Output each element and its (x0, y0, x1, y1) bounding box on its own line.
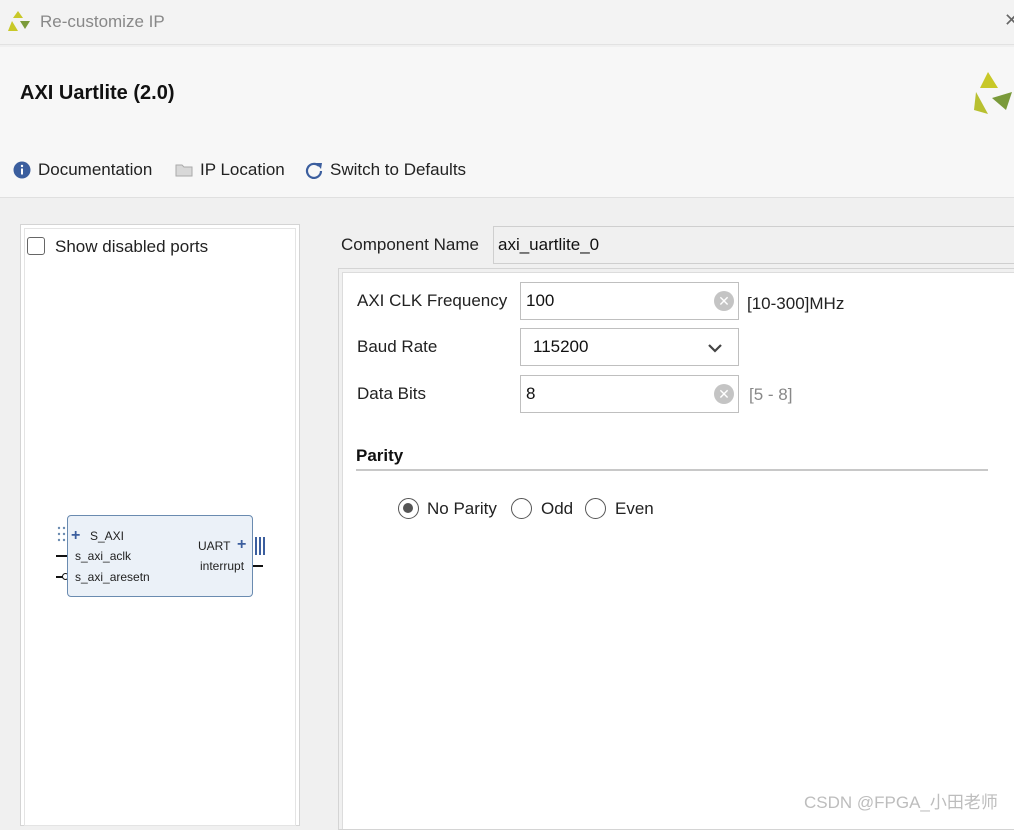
no-parity-label: No Parity (427, 499, 497, 518)
baud-rate-label: Baud Rate (357, 337, 438, 356)
component-name-input[interactable]: axi_uartlite_0 (493, 226, 1014, 264)
s-axi-bus-handle[interactable] (57, 526, 67, 551)
data-bits-label: Data Bits (357, 384, 426, 403)
port-interrupt: interrupt (200, 559, 245, 573)
port-uart: UART (198, 539, 231, 553)
refresh-icon (304, 160, 324, 180)
watermark: CSDN @FPGA_小田老师 (804, 793, 998, 812)
odd-radio[interactable] (511, 498, 532, 519)
expand-plus-icon[interactable]: + (71, 527, 80, 545)
port-s-axi: S_AXI (90, 529, 125, 543)
no-parity-radio[interactable] (398, 498, 419, 519)
app-logo-icon (8, 11, 30, 31)
show-disabled-ports-checkbox[interactable] (27, 237, 45, 255)
title-bar: Re-customize IP ✕ (0, 0, 1014, 45)
uart-bus-handle[interactable] (253, 537, 265, 560)
port-s-axi-aresetn: s_axi_aresetn (75, 570, 150, 584)
axi-clk-frequency-range: [10-300]MHz (747, 294, 845, 313)
chevron-down-icon[interactable] (706, 339, 724, 362)
odd-label: Odd (541, 499, 574, 518)
ip-location-label: IP Location (200, 160, 285, 179)
switch-to-defaults-label: Switch to Defaults (330, 160, 467, 179)
window-title: Re-customize IP (40, 12, 165, 31)
show-disabled-ports-label: Show disabled ports (55, 237, 209, 256)
info-icon (12, 160, 32, 180)
parity-section-title: Parity (356, 446, 404, 465)
even-radio[interactable] (585, 498, 606, 519)
xilinx-logo-icon (974, 72, 1012, 114)
axi-clk-frequency-label: AXI CLK Frequency (357, 291, 508, 310)
close-icon[interactable]: ✕ (1004, 10, 1014, 31)
interrupt-pin[interactable] (253, 565, 263, 567)
clear-icon[interactable]: ✕ (714, 291, 734, 311)
ip-title: AXI Uartlite (2.0) (20, 82, 175, 104)
axi-clk-frequency-input[interactable]: 100 (520, 282, 739, 320)
parity-divider (356, 469, 988, 471)
clear-icon[interactable]: ✕ (714, 384, 734, 404)
data-bits-range: [5 - 8] (749, 385, 793, 404)
documentation-label: Documentation (38, 160, 153, 179)
port-s-axi-aclk: s_axi_aclk (75, 549, 132, 563)
expand-plus-icon[interactable]: + (237, 536, 246, 554)
even-label: Even (615, 499, 654, 518)
component-name-label: Component Name (341, 235, 479, 254)
switch-to-defaults-button[interactable]: Switch to Defaults (304, 158, 466, 182)
data-bits-input[interactable]: 8 (520, 375, 739, 413)
documentation-button[interactable]: Documentation (12, 158, 152, 182)
folder-icon (174, 160, 194, 180)
ip-location-button[interactable]: IP Location (174, 158, 285, 182)
